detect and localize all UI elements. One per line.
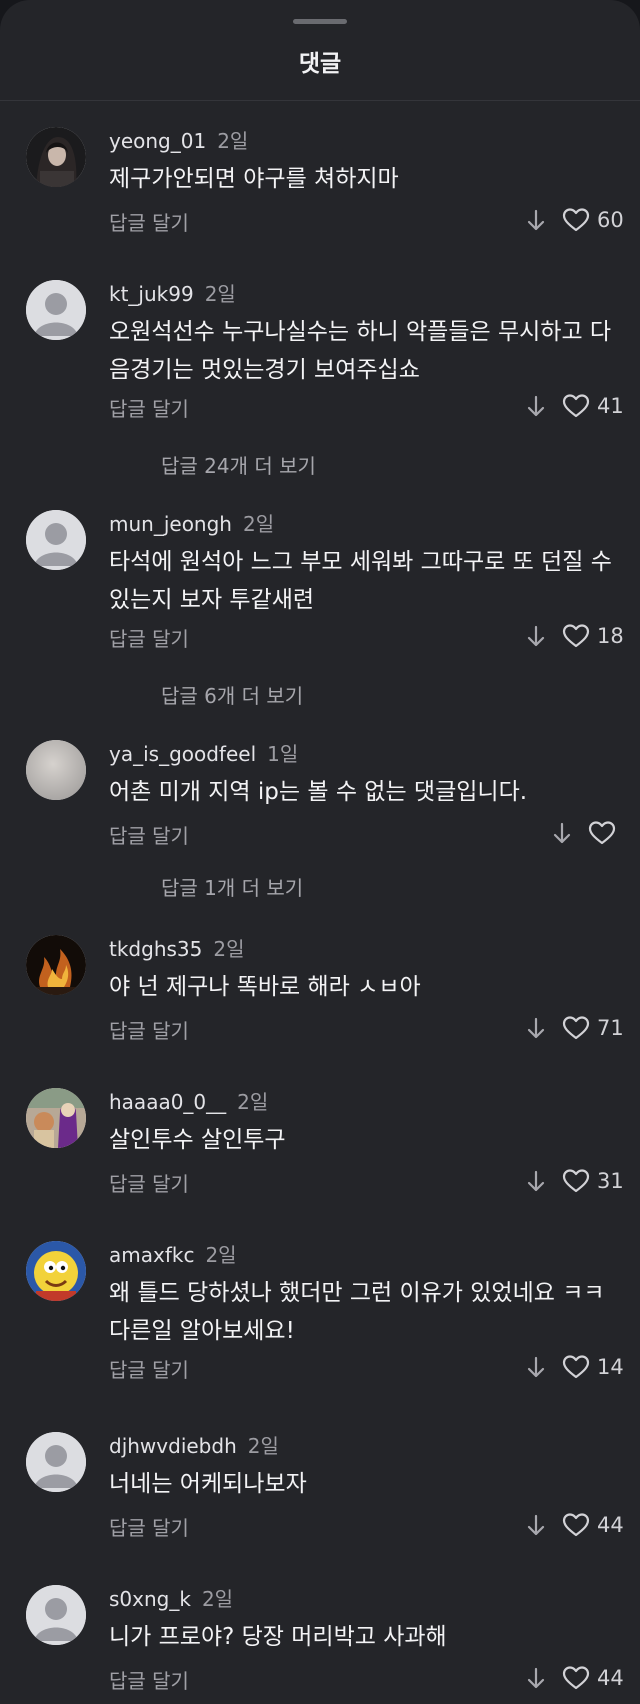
comment-username[interactable]: amaxfkc <box>109 1243 194 1267</box>
comment-text: 제구가안되면 야구를 쳐하지마 <box>109 166 399 192</box>
comment-header: ya_is_goodfeel 1일 <box>109 738 298 767</box>
comment-time: 2일 <box>237 1090 269 1114</box>
heart-icon[interactable] <box>562 1015 590 1041</box>
comment-header: djhwvdiebdh 2일 <box>109 1430 279 1459</box>
avatar[interactable] <box>26 127 86 187</box>
dislike-arrow-icon[interactable] <box>525 394 547 420</box>
reply-button[interactable]: 답글 달기 <box>109 1015 189 1044</box>
heart-icon[interactable] <box>562 207 590 233</box>
dislike-arrow-icon[interactable] <box>525 208 547 234</box>
comment-header: mun_jeongh 2일 <box>109 508 274 537</box>
reply-button[interactable]: 답글 달기 <box>109 1168 189 1197</box>
comment-header: yeong_01 2일 <box>109 125 248 154</box>
like-count: 14 <box>597 1355 624 1379</box>
avatar[interactable] <box>26 1432 86 1492</box>
dislike-arrow-icon[interactable] <box>551 821 573 847</box>
view-more-replies[interactable]: 답글 1개 더 보기 <box>161 872 303 901</box>
reply-button[interactable]: 답글 달기 <box>109 1354 189 1383</box>
heart-icon[interactable] <box>562 393 590 419</box>
comment-actions: 답글 달기 31 <box>0 1168 640 1198</box>
comment-text: 너네는 어케되나보자 <box>109 1471 307 1497</box>
comment-text: 야 넌 제구나 똑바로 해라 ㅅㅂ아 <box>109 974 421 1000</box>
comment-username[interactable]: s0xng_k <box>109 1587 191 1611</box>
avatar[interactable] <box>26 1585 86 1645</box>
comment-text: 왜 틀드 당하셨나 했더만 그런 이유가 있었네요 ㅋㅋ 다른일 알아보세요! <box>109 1280 605 1344</box>
heart-icon[interactable] <box>562 1512 590 1538</box>
heart-icon[interactable] <box>562 1168 590 1194</box>
heart-icon[interactable] <box>562 1665 590 1691</box>
heart-icon[interactable] <box>588 820 616 846</box>
comment-actions: 답글 달기 18 <box>0 623 640 653</box>
avatar[interactable] <box>26 935 86 995</box>
comment-text: 니가 프로야? 당장 머리박고 사과해 <box>109 1624 447 1650</box>
like-count: 41 <box>597 394 624 418</box>
like-count: 44 <box>597 1513 624 1537</box>
like-count: 71 <box>597 1016 624 1040</box>
comment-time: 2일 <box>242 512 275 536</box>
comment-time: 2일 <box>213 937 245 961</box>
comment-header: amaxfkc 2일 <box>109 1239 237 1268</box>
comment-username[interactable]: djhwvdiebdh <box>109 1434 237 1458</box>
comment-time: 2일 <box>217 129 249 153</box>
comment-actions: 답글 달기 71 <box>0 1015 640 1045</box>
comment-header: tkdghs35 2일 <box>109 933 244 962</box>
comment-username[interactable]: ya_is_goodfeel <box>109 742 256 766</box>
comment-text: 타석에 원석아 느그 부모 세워봐 그따구로 또 던질 수 있는지 보자 투같새… <box>109 549 612 613</box>
reply-button[interactable]: 답글 달기 <box>109 207 189 236</box>
heart-icon[interactable] <box>562 623 590 649</box>
comment-username[interactable]: mun_jeongh <box>109 512 232 536</box>
comment-actions: 답글 달기 <box>0 820 640 850</box>
avatar[interactable] <box>26 1088 86 1148</box>
like-count: 31 <box>597 1169 624 1193</box>
comment-header: s0xng_k 2일 <box>109 1583 233 1612</box>
dislike-arrow-icon[interactable] <box>525 1169 547 1195</box>
view-more-replies[interactable]: 답글 6개 더 보기 <box>161 680 303 709</box>
like-count: 44 <box>597 1666 624 1690</box>
comment-actions: 답글 달기 44 <box>0 1665 640 1695</box>
comment-text: 어촌 미개 지역 ip는 볼 수 없는 댓글입니다. <box>109 779 528 805</box>
comment-time: 2일 <box>204 282 236 306</box>
comment-actions: 답글 달기 60 <box>0 207 640 237</box>
header-divider <box>0 100 640 101</box>
comment-actions: 답글 달기 44 <box>0 1512 640 1542</box>
comment-text: 오원석선수 누구나실수는 하니 악플들은 무시하고 다음경기는 멋있는경기 보여… <box>109 319 612 383</box>
drag-handle[interactable] <box>293 19 347 24</box>
comment-time: 2일 <box>205 1243 237 1267</box>
comment-actions: 답글 달기 14 <box>0 1354 640 1384</box>
dislike-arrow-icon[interactable] <box>525 1016 547 1042</box>
reply-button[interactable]: 답글 달기 <box>109 393 189 422</box>
view-more-replies[interactable]: 답글 24개 더 보기 <box>161 450 316 479</box>
heart-icon[interactable] <box>562 1354 590 1380</box>
dislike-arrow-icon[interactable] <box>525 1666 547 1692</box>
dislike-arrow-icon[interactable] <box>525 624 547 650</box>
reply-button[interactable]: 답글 달기 <box>109 1512 189 1541</box>
dislike-arrow-icon[interactable] <box>525 1513 547 1539</box>
avatar[interactable] <box>26 280 86 340</box>
avatar[interactable] <box>26 510 86 570</box>
comment-username[interactable]: kt_juk99 <box>109 282 194 306</box>
comment-time: 1일 <box>267 742 299 766</box>
like-count: 60 <box>597 208 624 232</box>
comment-time: 2일 <box>247 1434 279 1458</box>
dislike-arrow-icon[interactable] <box>525 1355 547 1381</box>
sheet-title: 댓글 <box>298 51 342 77</box>
comment-username[interactable]: yeong_01 <box>109 129 206 153</box>
comment-actions: 답글 달기 41 <box>0 393 640 423</box>
comments-sheet: 댓글 yeong_01 2일 제구가안되면 야구를 쳐하지마 답글 달기 60 kt_ju… <box>0 0 640 1704</box>
like-count: 18 <box>597 624 624 648</box>
reply-button[interactable]: 답글 달기 <box>109 1665 189 1694</box>
comment-time: 2일 <box>201 1587 234 1611</box>
avatar[interactable] <box>26 1241 86 1301</box>
comment-text: 살인투수 살인투구 <box>109 1127 286 1153</box>
avatar[interactable] <box>26 740 86 800</box>
comment-header: kt_juk99 2일 <box>109 278 236 307</box>
comment-username[interactable]: tkdghs35 <box>109 937 202 961</box>
comment-header: haaaa0_0__ 2일 <box>109 1086 268 1115</box>
reply-button[interactable]: 답글 달기 <box>109 623 189 652</box>
reply-button[interactable]: 답글 달기 <box>109 820 189 849</box>
comment-username[interactable]: haaaa0_0__ <box>109 1090 226 1114</box>
